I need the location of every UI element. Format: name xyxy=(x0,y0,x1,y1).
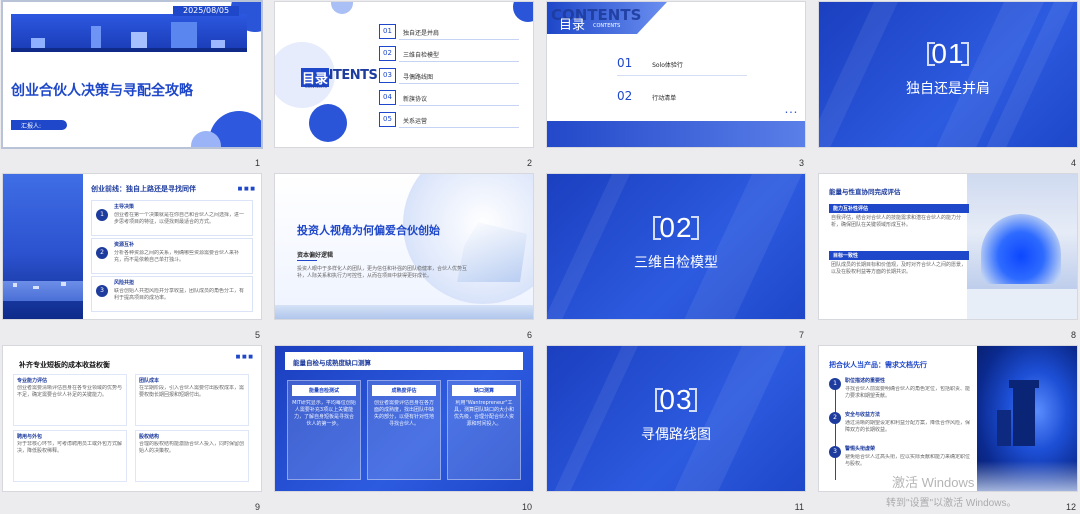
slide-number: 9 xyxy=(254,502,260,512)
toc-item: 03 寻偶路线图 xyxy=(379,66,519,88)
slide-thumb-1[interactable]: 2025/08/05 创业合伙人决策与寻配全攻略 汇报人: 1 xyxy=(0,0,264,171)
slide-number: 2 xyxy=(526,158,532,168)
slide-thumb-11[interactable]: 03 寻偶路线图 11 xyxy=(544,344,808,514)
slide-number: 11 xyxy=(794,502,804,512)
slide-thumb-4[interactable]: 01 独自还是并肩 4 xyxy=(816,0,1080,171)
list-item: 团队成本 在早期阶段，引入合伙人需要付出股权成本，需要权衡长期回报和短期付出。 xyxy=(135,374,249,426)
slide-thumb-5[interactable]: 创业前线：独自上路还是寻找同伴 ■ ■ ■ 1 主导决策 创业者在第一个决策就是… xyxy=(0,172,264,343)
list-item: 成熟度评估 创业者需要评估自身在各方面的成熟度，找出团队中缺失的部分，以便有针对… xyxy=(367,380,441,480)
slide12-title: 把合伙人当产品：需求文档先行 xyxy=(829,361,927,369)
list-item: 专业能力评估 创业者需要清晰评估自身在各专业领域的优势与不足，确定需要合伙人补足… xyxy=(13,374,127,426)
slide6-title: 投资人视角为何偏爱合伙创始 xyxy=(297,224,440,237)
toc-item: 02 三维自检模型 xyxy=(379,44,519,66)
activate-windows-hint: 转到"设置"以激活 Windows。 xyxy=(886,498,1017,509)
slide-number: 7 xyxy=(798,330,804,340)
list-item: 1 职位描述的重要性 寻找合伙人前需要明确合伙人的角色定位，包括职责、能力要求和… xyxy=(829,376,973,410)
list-item: 1 主导决策 创业者在第一个决策就是在你自己和合伙人之间选择，进一步思考项目的特… xyxy=(91,200,253,236)
toc-item: 01 Solo体验行 xyxy=(617,52,747,76)
slide-sorter-grid: 2025/08/05 创业合伙人决策与寻配全攻略 汇报人: 1 CONTENTS… xyxy=(0,0,1080,514)
slide-number: 10 xyxy=(521,502,532,512)
slide6-text: 投资人眼中于多样化人的团队，更为信任和补强的团队稳健率，合伙人优势互补，人际关系… xyxy=(297,266,468,279)
slide-number: 8 xyxy=(1070,330,1076,340)
slide-number: 6 xyxy=(526,330,532,340)
toc-item: 02 行动清单 xyxy=(617,89,677,103)
toc-item: 04 新旗协议 xyxy=(379,88,519,110)
section-title: 独自还是并肩 xyxy=(906,81,990,97)
slide-number: 1 xyxy=(254,158,260,168)
list-item: 缺口测算 利用"Wantrepreneur"工具，测算团队缺口的大小和优先级，合… xyxy=(447,380,521,480)
list-item: 目标一致性 团队成员的长期目标和价值观，及时对齐合伙人之间的愿景，以及在股权利益… xyxy=(829,251,969,296)
activate-windows-watermark: 激活 Windows xyxy=(892,475,975,490)
section-number: 03 xyxy=(659,384,693,415)
section-title: 三维自检模型 xyxy=(634,255,718,271)
slide-thumb-8[interactable]: 能量与性直协同完成评估 能力互补性评估 自我评估，结合对合伙人的技能需求和潜在合… xyxy=(816,172,1080,343)
slide6-sub: 资本偏好逻辑 xyxy=(297,252,334,259)
slide1-date: 2025/08/05 xyxy=(183,6,230,15)
slide-thumb-3[interactable]: CONTENTS 目录 CONTENTS 01 Solo体验行 02 行动清单 … xyxy=(544,0,808,171)
slide8-title: 能量与性直协同完成评估 xyxy=(829,188,901,196)
slide-number: 12 xyxy=(1065,502,1076,512)
slide-thumb-9[interactable]: 补齐专业短板的成本收益权衡 ■ ■ ■ 专业能力评估 创业者需要清晰评估自身在各… xyxy=(0,344,264,514)
slide-thumb-2[interactable]: CONTENTS 目录 CONTENTS 01 独自还是并肩 02 三维自检模型… xyxy=(272,0,536,171)
list-item: 3 风险共担 联合创始人共担风险并分享收益，团队成员的角色分工，有利于提高项目的… xyxy=(91,276,253,312)
section-number: 02 xyxy=(659,212,693,243)
list-item: 2 安全与收益方法 通过清晰的期望设定和利益分配方案，降低合作风险，保障双方的长… xyxy=(829,410,973,444)
section-number: 01 xyxy=(931,38,965,69)
slide-thumb-6[interactable]: 投资人视角为何偏爱合伙创始 资本偏好逻辑 投资人眼中于多样化人的团队，更为信任和… xyxy=(272,172,536,343)
slide1-title: 创业合伙人决策与寻配全攻略 xyxy=(11,83,193,99)
slide-thumb-10[interactable]: 能量自检与成熟度缺口测算 能量自检测试 MIT研究显示，平均每位创始人需要补充3… xyxy=(272,344,536,514)
toc-item: 01 独自还是并肩 xyxy=(379,22,519,44)
list-item: 能力互补性评估 自我评估，结合对合伙人的技能需求和潜在合伙人的能力分析，确保团队… xyxy=(829,204,969,249)
list-item: 能量自检测试 MIT研究显示，平均每位创始人需要补充3项以上关键能力，了解自身短… xyxy=(287,380,361,480)
slide3-sub: CONTENTS xyxy=(593,23,621,29)
slide-number: 5 xyxy=(254,330,260,340)
list-item: 股权结构 合理的股权结构能激励合伙人投入，同时保留创始人的决策权。 xyxy=(135,430,249,482)
slide2-toc-sub: CONTENTS xyxy=(305,84,327,89)
slide9-title: 补齐专业短板的成本收益权衡 xyxy=(19,361,110,369)
slide5-title: 创业前线：独自上路还是寻找同伴 xyxy=(91,185,196,193)
toc-item: 05 关系运营 xyxy=(379,110,519,132)
slide3-title: 目录 xyxy=(559,18,586,33)
slide1-reporter: 汇报人: xyxy=(21,123,42,130)
slide-thumb-7[interactable]: 02 三维自检模型 7 xyxy=(544,172,808,343)
list-item: 聘用与外包 对于非核心环节，可考虑聘用员工或外包方式解决，降低股权稀释。 xyxy=(13,430,127,482)
slide10-title: 能量自检与成熟度缺口测算 xyxy=(293,359,371,367)
slide-number: 3 xyxy=(798,158,804,168)
section-title: 寻偶路线图 xyxy=(641,427,711,443)
slide-number: 4 xyxy=(1070,158,1076,168)
list-item: 2 资源互补 分析各种资源之间的关系，明确哪些资源需要合伙人来补充，而不是依赖自… xyxy=(91,238,253,274)
